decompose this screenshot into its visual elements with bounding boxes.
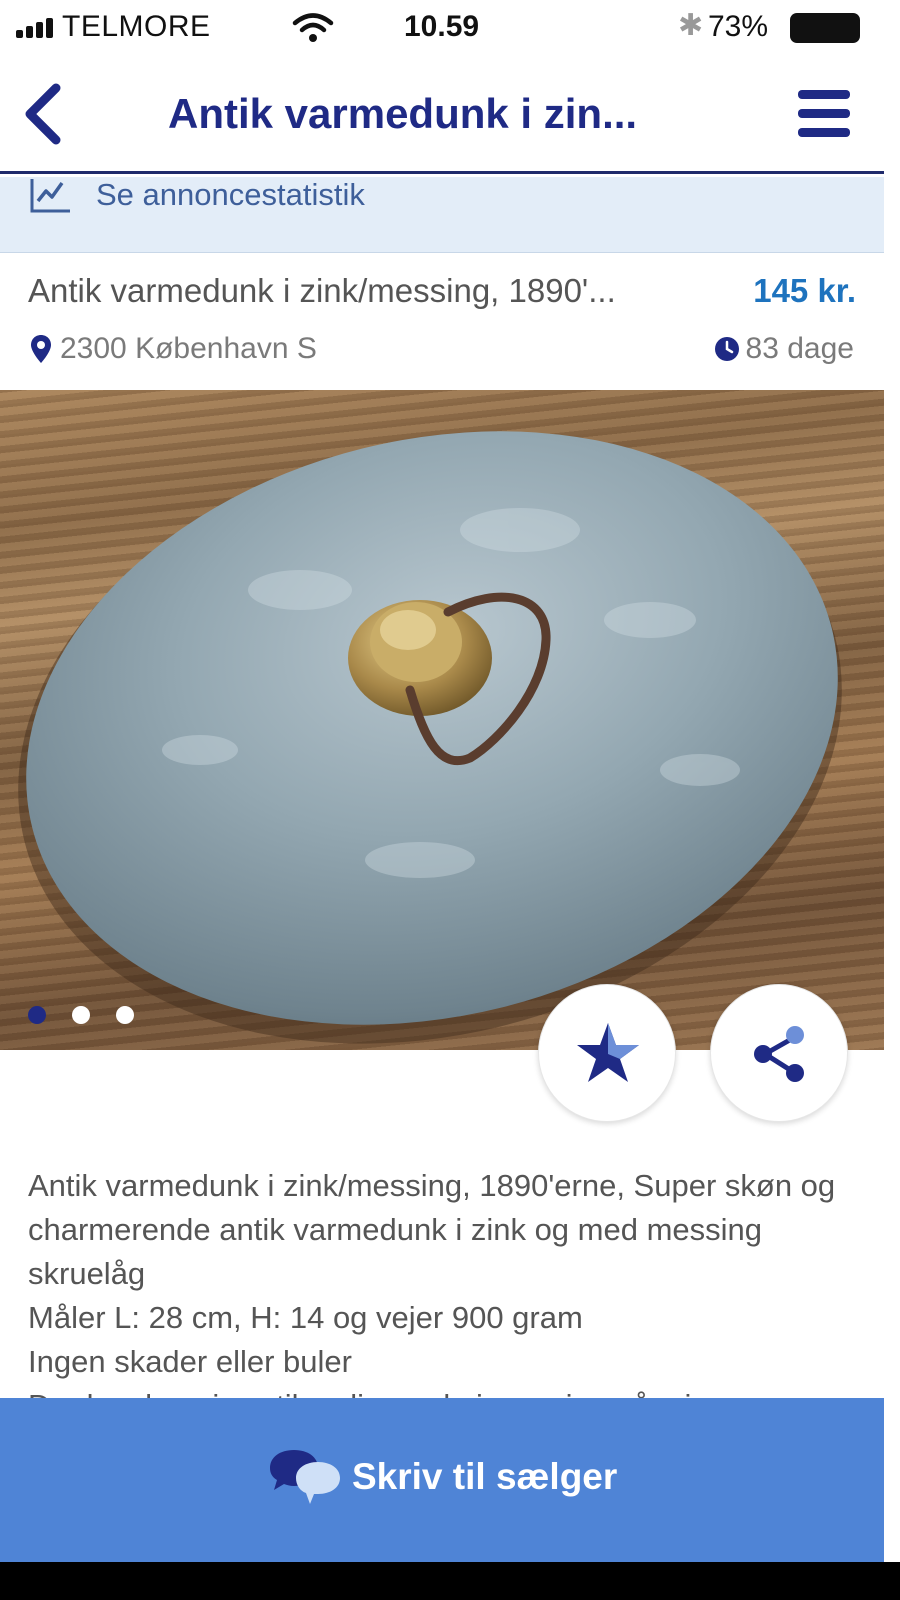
clock-time: 10.59: [404, 10, 480, 43]
description-line: Antik varmedunk i zink/messing, 1890'ern…: [28, 1168, 836, 1291]
back-chevron-icon[interactable]: [18, 82, 68, 146]
chat-bubbles-icon: [270, 1450, 340, 1504]
location-text: 2300 København S: [60, 332, 317, 365]
share-icon: [754, 1026, 804, 1082]
listing-price: 145 kr.: [753, 272, 856, 309]
share-button[interactable]: [710, 984, 848, 1122]
listing-title: Antik varmedunk i zink/messing, 1890'...: [28, 272, 616, 309]
favorite-button[interactable]: [538, 984, 676, 1122]
bottom-edge: [0, 1562, 900, 1600]
navigation-bar: Antik varmedunk i zin...: [0, 56, 900, 174]
description-line: Ingen skader eller buler: [28, 1344, 352, 1379]
listing-location: 2300 København S: [30, 332, 317, 366]
description-line: Måler L: 28 cm, H: 14 og vejer 900 gram: [28, 1300, 583, 1335]
carrier-name: TELMORE: [62, 10, 211, 43]
battery-percentage: 73%: [708, 10, 769, 43]
battery-icon: [790, 13, 860, 43]
status-bar: TELMORE 10.59 ✱ 73%: [0, 0, 900, 56]
carousel-pagination-dots: [28, 1006, 134, 1024]
page-title: Antik varmedunk i zin...: [168, 90, 638, 137]
contact-seller-label: Skriv til sælger: [352, 1456, 618, 1497]
listing-age: 83 dage: [714, 332, 854, 366]
listing-photo-carousel[interactable]: [0, 390, 884, 1050]
ad-statistics-link[interactable]: Se annoncestatistik: [96, 177, 365, 213]
hamburger-menu-icon[interactable]: [798, 90, 850, 138]
bluetooth-icon: ✱: [678, 9, 704, 42]
ad-statistics-banner[interactable]: Se annoncestatistik: [0, 177, 884, 253]
age-text: 83 dage: [745, 332, 854, 365]
line-chart-icon: [30, 179, 70, 213]
hot-water-bottle-photo: [18, 431, 842, 1044]
signal-strength-icon: [16, 18, 53, 38]
screen-edge: [884, 170, 900, 1562]
location-pin-icon: [31, 335, 51, 363]
clock-icon: [714, 337, 739, 361]
wifi-icon: [292, 13, 334, 42]
star-icon: [577, 1023, 639, 1082]
listing-description: Antik varmedunk i zink/messing, 1890'ern…: [28, 1164, 848, 1424]
carousel-dot-active: [28, 1006, 46, 1024]
contact-seller-button[interactable]: Skriv til sælger: [0, 1398, 884, 1562]
carousel-dot: [116, 1006, 134, 1024]
carousel-dot: [72, 1006, 90, 1024]
